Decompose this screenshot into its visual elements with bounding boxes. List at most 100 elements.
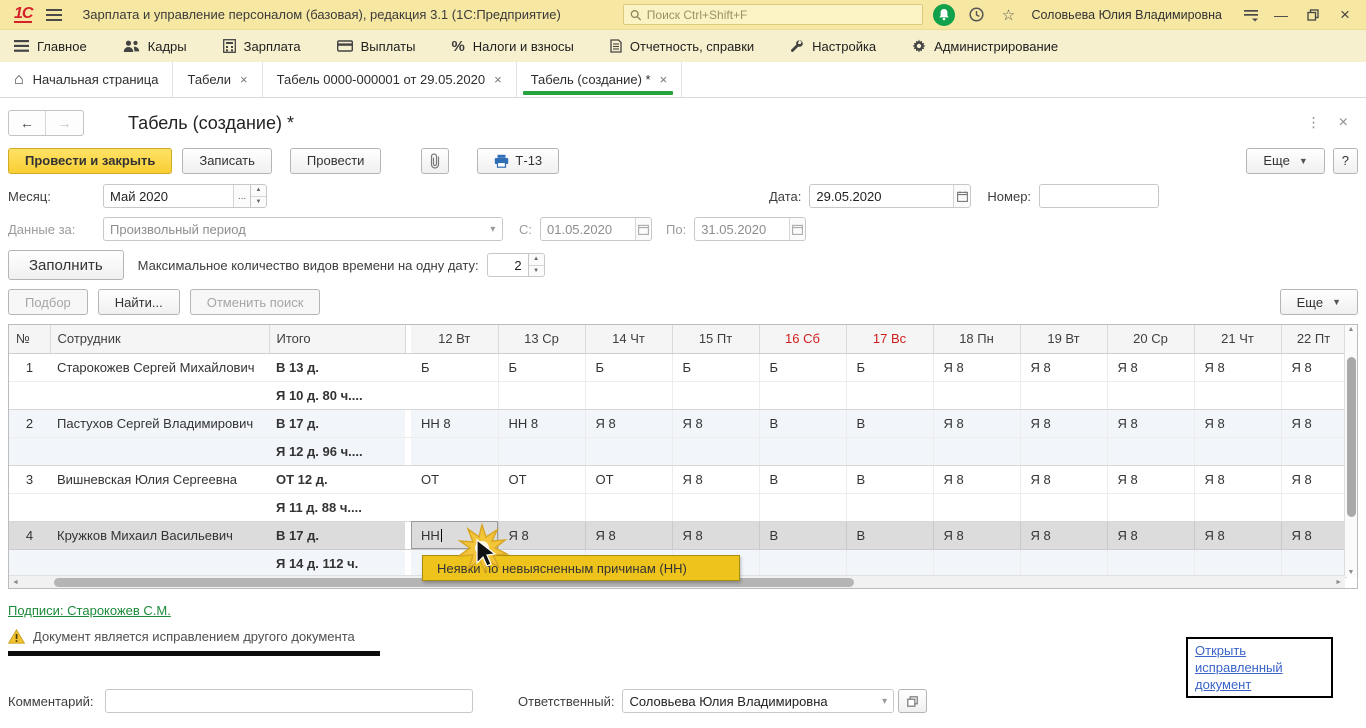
cell-day[interactable]: [411, 437, 498, 465]
history-icon[interactable]: [965, 4, 987, 26]
cell-day[interactable]: [759, 381, 846, 409]
cell-row-number[interactable]: [9, 493, 50, 521]
cell-day[interactable]: [1020, 437, 1107, 465]
attachments-button[interactable]: [421, 148, 449, 174]
cell-day[interactable]: Я 8: [585, 521, 672, 549]
cell-row-number[interactable]: [9, 549, 50, 577]
cell-day[interactable]: [846, 437, 933, 465]
cell-day[interactable]: [759, 493, 846, 521]
more-button-grid[interactable]: Еще▼: [1280, 289, 1358, 315]
cell-day[interactable]: [1281, 493, 1346, 521]
cell-day[interactable]: Я 8: [1281, 409, 1346, 437]
vertical-scrollbar[interactable]: ▲ ▼: [1344, 325, 1357, 577]
cell-day[interactable]: Я 8: [498, 521, 585, 549]
cell-day[interactable]: [846, 381, 933, 409]
column-header-day[interactable]: 20 Ср: [1107, 325, 1194, 353]
minimize-button[interactable]: —: [1268, 4, 1294, 26]
cell-employee[interactable]: Вишневская Юлия Сергеевна: [50, 465, 269, 493]
menu-item-taxes[interactable]: % Налоги и взносы: [451, 38, 573, 55]
cell-day[interactable]: [759, 549, 846, 577]
cell-day[interactable]: [1194, 493, 1281, 521]
restore-button[interactable]: [1300, 4, 1326, 26]
to-calendar-icon[interactable]: [789, 218, 805, 240]
column-header-day[interactable]: 13 Ср: [498, 325, 585, 353]
close-tab-icon[interactable]: ×: [494, 72, 502, 87]
cell-day[interactable]: Я 8: [1194, 521, 1281, 549]
cell-day[interactable]: Я 8: [672, 409, 759, 437]
close-window-button[interactable]: ×: [1332, 4, 1358, 26]
cell-total-line2[interactable]: Я 12 д. 96 ч....: [269, 437, 405, 465]
column-header-num[interactable]: №: [9, 325, 50, 353]
date-field[interactable]: [809, 184, 971, 208]
cell-day[interactable]: Я 8: [933, 353, 1020, 381]
column-header-day[interactable]: 14 Чт: [585, 325, 672, 353]
cell-day[interactable]: [585, 437, 672, 465]
month-select-dots-button[interactable]: ...: [233, 185, 250, 207]
cell-total-line1[interactable]: В 13 д.: [269, 353, 405, 381]
cell-day[interactable]: Я 8: [1020, 521, 1107, 549]
cell-day[interactable]: [933, 493, 1020, 521]
menu-item-hr[interactable]: Кадры: [123, 39, 187, 54]
cell-day[interactable]: Б: [411, 353, 498, 381]
tab-home[interactable]: ⌂ Начальная страница: [0, 62, 173, 97]
search-field[interactable]: [647, 8, 917, 22]
find-button[interactable]: Найти...: [98, 289, 180, 315]
cell-day[interactable]: НН 8: [411, 409, 498, 437]
max-kinds-field[interactable]: [487, 253, 529, 277]
scroll-up-icon[interactable]: ▲: [1345, 326, 1357, 333]
cell-day[interactable]: [1281, 381, 1346, 409]
scroll-down-icon[interactable]: ▼: [1345, 569, 1357, 576]
notifications-bell-icon[interactable]: [933, 4, 955, 26]
cell-day[interactable]: НН: [411, 521, 498, 549]
from-calendar-icon[interactable]: [635, 218, 651, 240]
cell-day[interactable]: [498, 493, 585, 521]
column-header-day[interactable]: 22 Пт: [1281, 325, 1346, 353]
cell-day[interactable]: Б: [585, 353, 672, 381]
cell-day[interactable]: В: [759, 409, 846, 437]
max-kinds-spinner[interactable]: ▲▼: [529, 253, 545, 277]
cell-day[interactable]: Б: [846, 353, 933, 381]
cell-row-number[interactable]: [9, 437, 50, 465]
cell-day[interactable]: [1194, 437, 1281, 465]
cell-day[interactable]: Я 8: [1020, 353, 1107, 381]
column-header-day[interactable]: 17 Вс: [846, 325, 933, 353]
column-header-employee[interactable]: Сотрудник: [50, 325, 269, 353]
cell-day[interactable]: Б: [759, 353, 846, 381]
cell-day[interactable]: [1194, 381, 1281, 409]
service-menu-icon[interactable]: [1240, 4, 1262, 26]
month-field[interactable]: ...: [103, 184, 251, 208]
cell-day[interactable]: [1107, 493, 1194, 521]
menu-item-payments[interactable]: Выплаты: [337, 39, 416, 54]
cell-day[interactable]: [498, 381, 585, 409]
cell-employee[interactable]: Пастухов Сергей Владимирович: [50, 409, 269, 437]
cell-day[interactable]: НН 8: [498, 409, 585, 437]
cell-day[interactable]: Я 8: [1194, 465, 1281, 493]
tab-tabeli[interactable]: Табели ×: [173, 62, 262, 97]
cell-row-number[interactable]: 3: [9, 465, 50, 493]
month-spinner[interactable]: ▲▼: [251, 184, 267, 208]
column-header-day[interactable]: 15 Пт: [672, 325, 759, 353]
cell-day[interactable]: [933, 437, 1020, 465]
cell-day[interactable]: В: [759, 521, 846, 549]
comment-field[interactable]: [105, 689, 473, 713]
cell-day[interactable]: [1020, 493, 1107, 521]
menu-item-settings[interactable]: Настройка: [790, 39, 876, 54]
responsible-open-button[interactable]: [898, 689, 927, 713]
cell-day[interactable]: [846, 549, 933, 577]
signatures-link[interactable]: Подписи: Старокожев С.М.: [8, 603, 171, 618]
cell-row-number[interactable]: [9, 381, 50, 409]
cell-day[interactable]: Я 8: [1281, 521, 1346, 549]
open-corrected-doc-link[interactable]: Открыть исправленный документ: [1195, 643, 1283, 692]
back-button[interactable]: ←: [9, 111, 46, 135]
date-calendar-icon[interactable]: [953, 185, 970, 207]
cell-employee[interactable]: [50, 549, 269, 577]
global-search-input[interactable]: [623, 4, 923, 25]
cell-day[interactable]: Я 8: [933, 409, 1020, 437]
form-close-icon[interactable]: ×: [1339, 114, 1348, 132]
cell-day[interactable]: [498, 437, 585, 465]
cell-day[interactable]: [672, 381, 759, 409]
column-header-day[interactable]: 12 Вт: [411, 325, 498, 353]
cell-day[interactable]: Я 8: [1107, 521, 1194, 549]
cell-employee[interactable]: Старокожев Сергей Михайлович: [50, 353, 269, 381]
number-field[interactable]: [1039, 184, 1159, 208]
